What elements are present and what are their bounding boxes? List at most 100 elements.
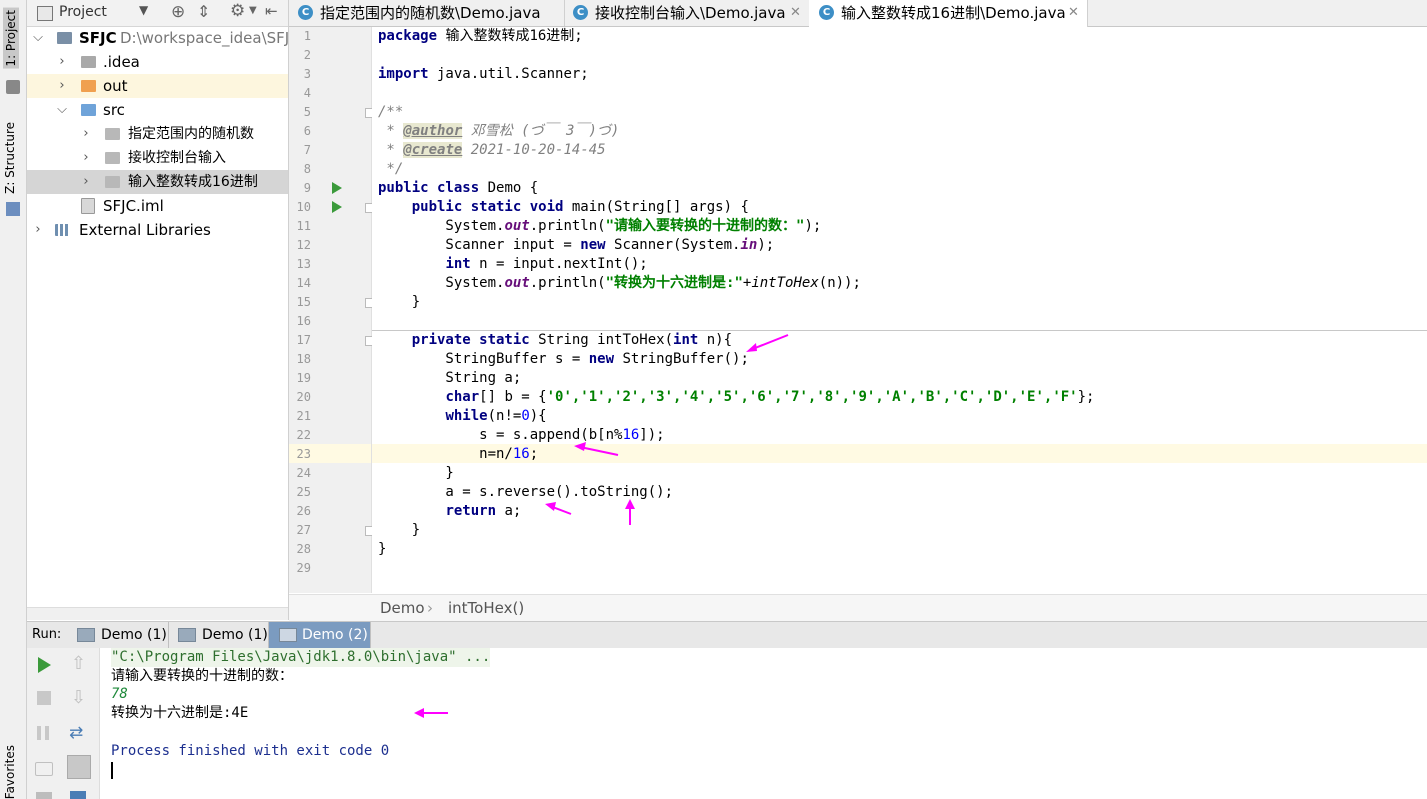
- tab-console-demo[interactable]: C 接收控制台输入\Demo.java ✕: [564, 0, 810, 26]
- settings-icon[interactable]: [36, 792, 52, 799]
- breadcrumb-method[interactable]: intToHex(): [448, 599, 524, 617]
- number-literal: 16: [622, 427, 640, 443]
- code-line-28: }: [378, 541, 387, 557]
- rerun-icon[interactable]: [38, 657, 51, 673]
- tree-item-label: SFJC.iml: [103, 197, 164, 215]
- line-number: 15: [296, 295, 311, 309]
- breadcrumb-class[interactable]: Demo: [380, 599, 425, 617]
- code-line-27: }: [378, 522, 421, 538]
- line-number: 22: [296, 428, 311, 442]
- run-tab-demo-1b[interactable]: Demo (1): [169, 622, 269, 648]
- pause-icon[interactable]: [37, 726, 41, 740]
- chevron-down-icon[interactable]: ▼: [139, 3, 148, 17]
- line-number: 12: [296, 238, 311, 252]
- project-view-icon: [37, 6, 53, 21]
- editor-gutter[interactable]: 1 2 3 4 5 6 7 8 9 10 11 12 13 14 15 16 1…: [289, 27, 375, 593]
- code-line-5: /**: [378, 104, 404, 120]
- keyword: public class: [378, 180, 480, 196]
- package-icon: [105, 176, 120, 188]
- run-tab-demo-1[interactable]: Demo (1): [67, 622, 169, 648]
- locate-icon[interactable]: ⊕: [171, 2, 185, 22]
- collapse-all-icon[interactable]: ⇕: [197, 2, 210, 21]
- tree-item-label: out: [103, 77, 128, 95]
- tab-random-demo[interactable]: C 指定范围内的随机数\Demo.java: [289, 0, 565, 26]
- line-number: 20: [296, 390, 311, 404]
- close-icon[interactable]: ✕: [790, 0, 801, 26]
- chevron-right-icon[interactable]: ›: [79, 146, 93, 170]
- library-icon: [55, 224, 70, 236]
- code-line-1: package 输入整数转成16进制;: [378, 27, 583, 46]
- horizontal-scrollbar[interactable]: [27, 607, 288, 620]
- tree-item-external-libraries[interactable]: › External Libraries: [27, 218, 288, 242]
- tree-item-idea[interactable]: › .idea: [27, 50, 288, 74]
- code-text: 输入整数转成16进制;: [437, 28, 583, 44]
- tree-item-package-hex[interactable]: › 输入整数转成16进制: [27, 170, 288, 194]
- down-arrow-icon[interactable]: ⇩: [71, 687, 86, 708]
- chevron-right-icon[interactable]: ›: [31, 218, 45, 242]
- tree-item-package-random[interactable]: › 指定范围内的随机数: [27, 122, 288, 146]
- hide-panel-icon[interactable]: ⇤: [265, 2, 278, 20]
- chevron-right-icon[interactable]: ›: [55, 74, 69, 98]
- gear-icon[interactable]: ⚙: [230, 1, 245, 21]
- tree-item-sfjc[interactable]: ⌵ SFJC D:\workspace_idea\SFJC: [27, 26, 288, 50]
- code-line-19: String a;: [378, 370, 522, 386]
- tree-item-out[interactable]: › out: [27, 74, 288, 98]
- tree-item-iml[interactable]: SFJC.iml: [27, 194, 288, 218]
- tree-item-label: .idea: [103, 53, 140, 71]
- keyword: public static void: [411, 199, 564, 215]
- code-editor[interactable]: package 输入整数转成16进制; import java.util.Sca…: [372, 27, 1427, 593]
- tree-item-package-console[interactable]: › 接收控制台输入: [27, 146, 288, 170]
- module-icon: [57, 32, 72, 44]
- char-literals: '0','1','2','3','4','5','6','7','8','9',…: [546, 389, 1078, 405]
- code-text: ;: [529, 446, 539, 462]
- comment-text: 2021-10-20-14-45: [462, 142, 606, 158]
- tree-item-src[interactable]: ⌵ src: [27, 98, 288, 122]
- folder-icon: [81, 80, 96, 92]
- code-text: (n));: [818, 275, 861, 291]
- run-tab-label: Demo (1): [101, 627, 167, 643]
- run-tab-demo-2[interactable]: Demo (2): [269, 622, 371, 648]
- tab-hex-demo[interactable]: C 输入整数转成16进制\Demo.java ✕: [809, 0, 1088, 27]
- project-view-selector[interactable]: Project: [59, 4, 107, 20]
- keyword: package: [378, 28, 438, 44]
- line-number: 29: [296, 561, 311, 575]
- favorites-tool-tab[interactable]: Favorites: [3, 745, 17, 799]
- chevron-down-icon[interactable]: ⌵: [31, 26, 45, 50]
- line-number: 11: [296, 219, 311, 233]
- annotation-arrow-icon: [414, 708, 448, 718]
- code-text: a;: [496, 503, 522, 519]
- annotation-arrow-icon: [545, 502, 572, 515]
- chevron-right-icon[interactable]: ›: [79, 122, 93, 146]
- project-panel: Project ▼ ⊕ ⇕ ⚙ ▼ ⇤ ⌵ SFJC D:\workspace_…: [27, 0, 289, 620]
- up-arrow-icon[interactable]: ⇧: [71, 653, 86, 674]
- run-class-icon[interactable]: [332, 182, 342, 194]
- console-output[interactable]: "C:\Program Files\Java\jdk1.8.0\bin\java…: [100, 648, 1427, 799]
- static-field: in: [740, 237, 758, 253]
- java-class-icon: C: [819, 5, 834, 20]
- gear-dropdown-icon[interactable]: ▼: [249, 5, 257, 16]
- code-text: StringBuffer();: [614, 351, 749, 367]
- number-literal: 16: [512, 446, 530, 462]
- code-text: .println(: [529, 275, 606, 291]
- run-config-icon: [77, 628, 95, 642]
- close-icon[interactable]: ✕: [1068, 0, 1079, 26]
- print-icon[interactable]: [70, 791, 86, 799]
- run-config-icon: [279, 628, 297, 642]
- structure-tool-tab[interactable]: Z: Structure: [3, 122, 17, 194]
- chevron-right-icon[interactable]: ›: [55, 50, 69, 74]
- camera-icon[interactable]: [35, 762, 53, 776]
- run-main-icon[interactable]: [332, 201, 342, 213]
- project-tool-tab[interactable]: 1: Project: [3, 8, 19, 69]
- stop-icon[interactable]: [37, 691, 51, 705]
- scroll-to-end-icon[interactable]: [67, 755, 91, 779]
- soft-wrap-icon[interactable]: ⇄: [69, 723, 83, 743]
- chevron-down-icon[interactable]: ⌵: [55, 98, 69, 122]
- static-field: out: [504, 218, 530, 234]
- chevron-right-icon[interactable]: ›: [79, 170, 93, 194]
- run-tab-label: Demo (2): [302, 627, 368, 643]
- tab-label: 接收控制台输入\Demo.java: [595, 4, 786, 22]
